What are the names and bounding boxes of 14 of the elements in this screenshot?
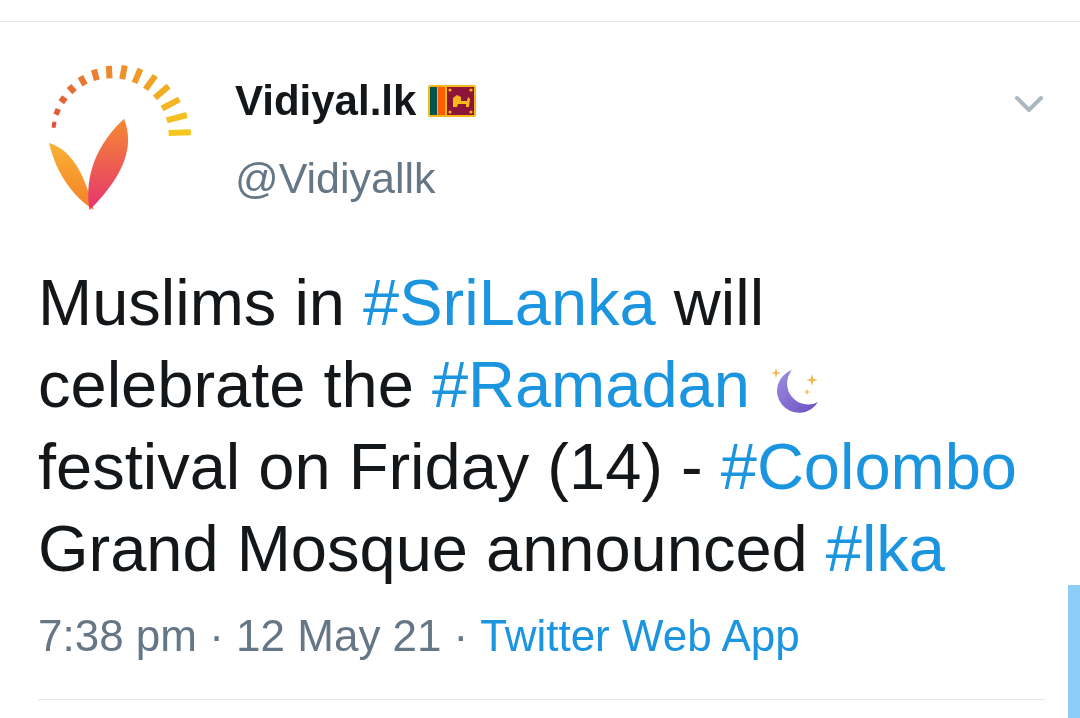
hashtag-link[interactable]: #Ramadan [431,348,750,421]
hashtag-link[interactable]: #lka [825,512,946,585]
author-handle: @Vidiyallk [235,153,437,204]
scroll-thumb[interactable] [1068,585,1080,718]
source-link[interactable]: Twitter Web App [480,608,800,664]
timestamp-text: 7:38 pm · 12 May 21 [38,610,442,662]
more-options-button[interactable] [1014,95,1044,113]
hashtag-link[interactable]: #SriLanka [363,266,656,339]
chevron-down-icon [1014,95,1044,113]
author-name: Vidiyal.lk [235,76,417,126]
separator-text: · [453,610,469,662]
tweet-text: Muslims in #SriLanka will celebrate the #Ramadan festival on Friday (14) - #Colombo Grand Mosque announced #lka [38,265,1018,587]
flag-icon [428,85,477,117]
hashtag-link[interactable]: #Colombo [720,430,1017,503]
